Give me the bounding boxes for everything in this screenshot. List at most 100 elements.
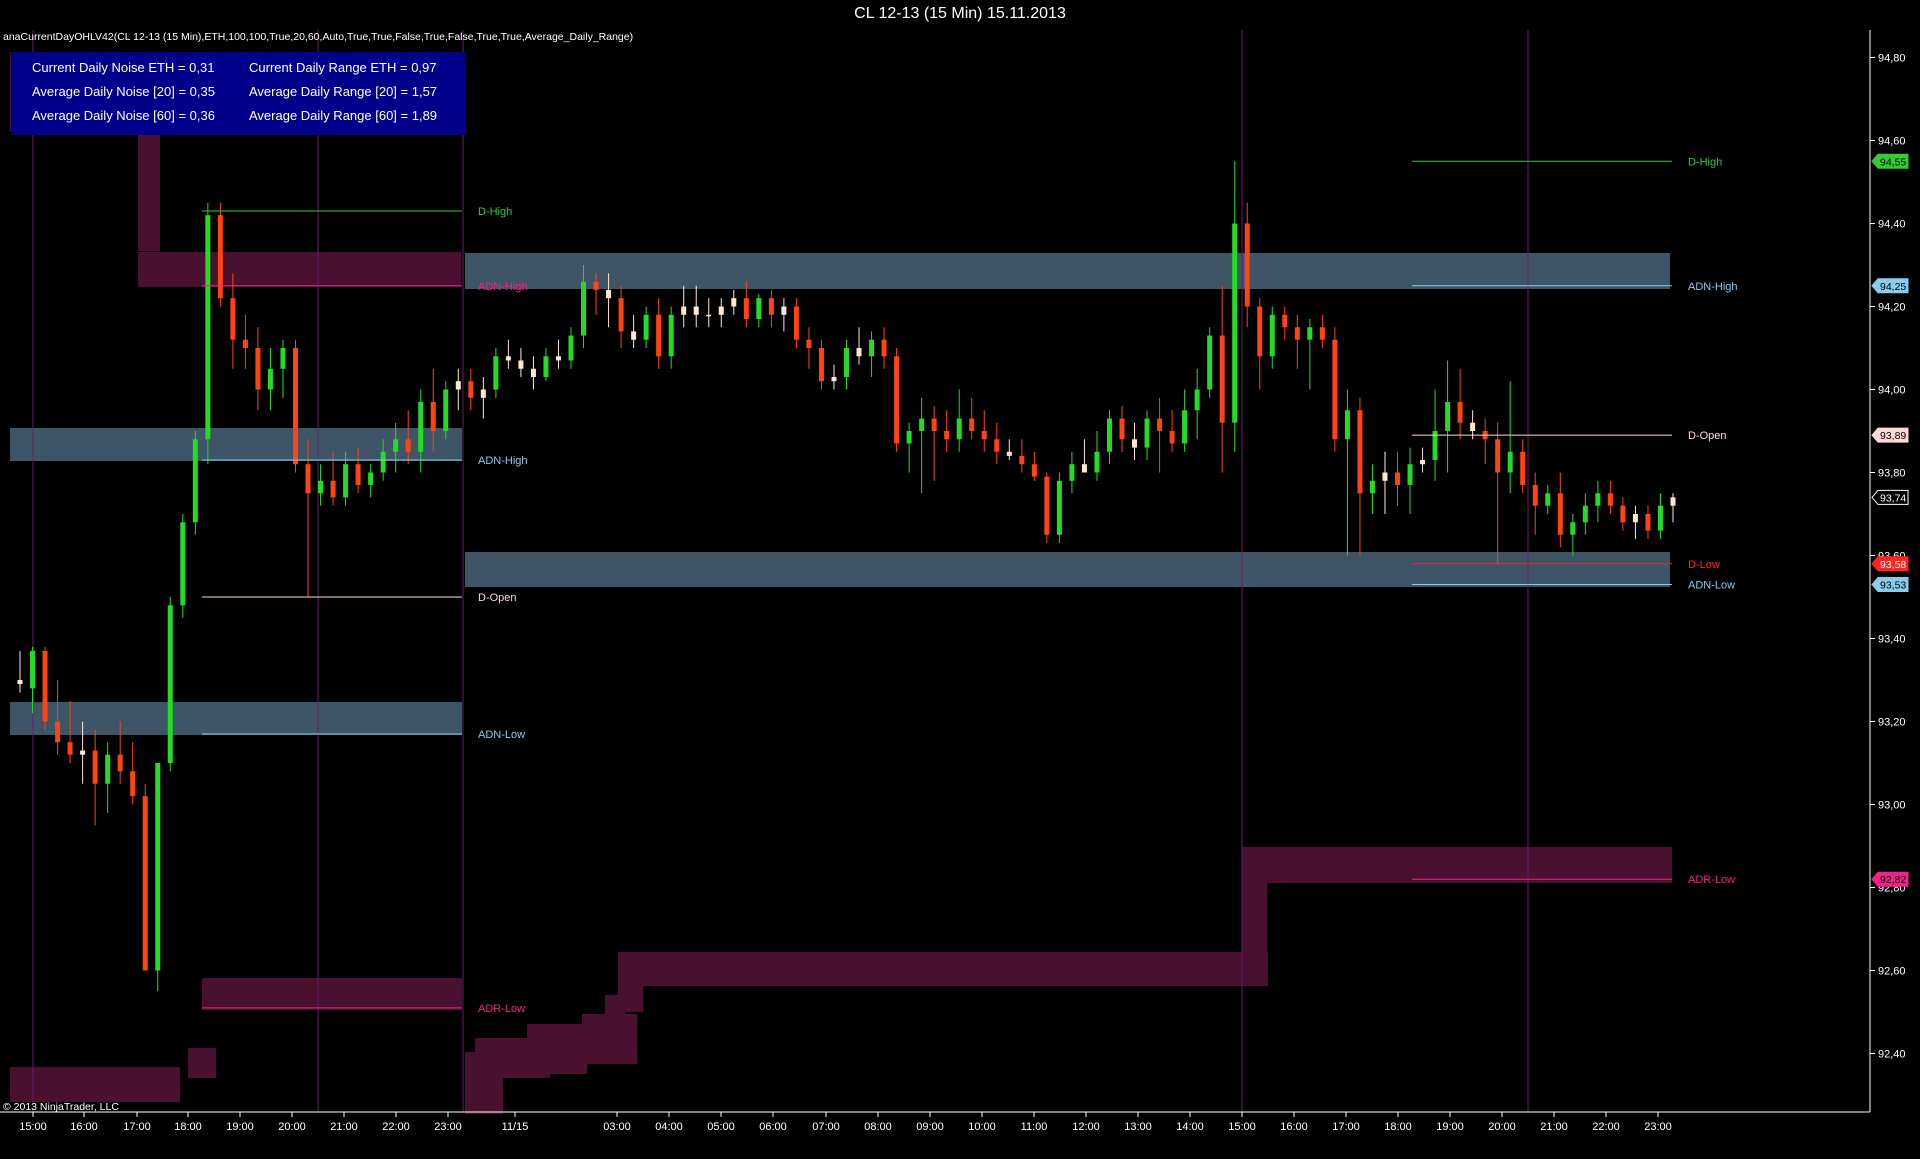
candle-body xyxy=(1219,335,1225,423)
candle-body xyxy=(480,389,486,398)
candle-body xyxy=(267,368,273,390)
candle-body xyxy=(1620,505,1626,523)
y-tick-label: 93,80 xyxy=(1878,468,1906,480)
candle-body xyxy=(1319,327,1325,340)
x-tick-label: 03:00 xyxy=(603,1121,631,1133)
candle-body xyxy=(1132,439,1138,448)
candle-body xyxy=(92,750,98,784)
y-tick-label: 93,40 xyxy=(1878,634,1906,646)
candle-body xyxy=(1582,505,1588,523)
x-tick-label: 13:00 xyxy=(1124,1121,1152,1133)
candle-body xyxy=(142,796,148,971)
level-label: D-High xyxy=(478,206,512,218)
y-tick-label: 92,60 xyxy=(1878,966,1906,978)
candle-body xyxy=(1144,418,1150,448)
candle-body xyxy=(1532,484,1538,506)
candle-body xyxy=(631,331,637,340)
candle-body xyxy=(906,431,912,444)
candle-body xyxy=(706,314,712,317)
stat-avg-noise-60: Average Daily Noise [60] = 0,36 xyxy=(32,108,215,123)
x-tick-label: 22:00 xyxy=(382,1121,410,1133)
candle-body xyxy=(756,298,762,319)
candle-body xyxy=(280,348,286,369)
candle-body xyxy=(205,215,211,440)
candle-body xyxy=(1094,451,1100,473)
stats-box: Current Daily Noise ETH = 0,31 Average D… xyxy=(11,52,466,135)
stat-current-noise: Current Daily Noise ETH = 0,31 xyxy=(32,60,215,75)
price-chart[interactable]: D-High ADN-High ADN-High D-Open ADN-Low ADR-L… xyxy=(0,0,1920,1159)
x-tick-label: 15:00 xyxy=(1228,1121,1256,1133)
candle-body xyxy=(1445,401,1451,431)
candle-body xyxy=(293,348,298,465)
candle-body xyxy=(518,360,524,369)
candle-body xyxy=(656,314,662,357)
level-label: ADN-Low xyxy=(1688,580,1735,592)
candle-body xyxy=(793,306,799,340)
candle-body xyxy=(768,298,774,315)
x-tick-label: 11:00 xyxy=(1021,1121,1048,1133)
y-tick-label: 93,20 xyxy=(1878,717,1906,729)
x-tick-label: 18:00 xyxy=(1384,1121,1412,1133)
price-marker-label: 92,82 xyxy=(1880,874,1906,886)
candle-body xyxy=(105,754,111,784)
range-band xyxy=(618,952,1268,986)
candle-body xyxy=(593,281,599,290)
copyright-text: © 2013 NinjaTrader, LLC xyxy=(3,1101,119,1113)
candle-body xyxy=(994,439,1000,452)
candle-body xyxy=(881,339,887,357)
candle-body xyxy=(305,464,311,494)
candle-body xyxy=(606,289,612,299)
x-tick-label: 21:00 xyxy=(330,1121,358,1133)
x-tick-label: 20:00 xyxy=(1488,1121,1516,1133)
candle-body xyxy=(1157,418,1163,431)
candle-body xyxy=(180,522,186,606)
range-band xyxy=(10,1067,180,1102)
x-tick-label: 07:00 xyxy=(812,1121,840,1133)
x-tick-label: 06:00 xyxy=(759,1121,787,1133)
x-tick-label: 23:00 xyxy=(434,1121,462,1133)
candle-body xyxy=(368,472,374,485)
candle-body xyxy=(1194,389,1200,411)
x-tick-label: 18:00 xyxy=(174,1121,202,1133)
candle-body xyxy=(1056,480,1062,535)
candle-body xyxy=(1645,514,1651,531)
candle-body xyxy=(393,439,399,452)
candle-body xyxy=(1257,306,1263,357)
candle-body xyxy=(1182,410,1188,444)
candle-body xyxy=(1119,418,1125,440)
candle-body xyxy=(192,439,198,523)
candle-body xyxy=(67,742,73,755)
candle-body xyxy=(743,298,749,319)
candle-body xyxy=(242,339,248,348)
candle-body xyxy=(668,314,674,357)
candle-body xyxy=(1495,439,1501,473)
candle-body xyxy=(1382,472,1388,481)
candle-body xyxy=(818,348,824,382)
y-tick-label: 92,40 xyxy=(1878,1049,1906,1061)
candle-body xyxy=(806,339,812,348)
price-marker-label: 93,74 xyxy=(1880,492,1906,504)
candle-body xyxy=(1069,464,1075,481)
candle-body xyxy=(718,306,724,315)
candle-body xyxy=(355,464,361,485)
y-tick-label: 94,20 xyxy=(1878,302,1906,314)
level-label: D-Low xyxy=(1688,559,1720,571)
candle-body xyxy=(1006,451,1012,456)
candle-body xyxy=(618,298,624,332)
range-band xyxy=(1242,847,1672,883)
candle-body xyxy=(1607,493,1613,506)
candle-body xyxy=(1357,410,1363,494)
candle-body xyxy=(1169,431,1175,444)
candle-body xyxy=(1244,223,1250,307)
candle-body xyxy=(831,377,837,382)
x-tick-label: 11/15 xyxy=(502,1121,529,1133)
x-tick-label: 16:00 xyxy=(1280,1121,1308,1133)
y-tick-label: 93,00 xyxy=(1878,800,1906,812)
candle-body xyxy=(330,480,336,498)
candle-body xyxy=(430,401,436,431)
candle-body xyxy=(155,763,161,971)
candle-body xyxy=(643,314,649,340)
y-tick-label: 94,60 xyxy=(1878,136,1906,148)
x-tick-label: 05:00 xyxy=(707,1121,735,1133)
candle-body xyxy=(230,298,236,340)
